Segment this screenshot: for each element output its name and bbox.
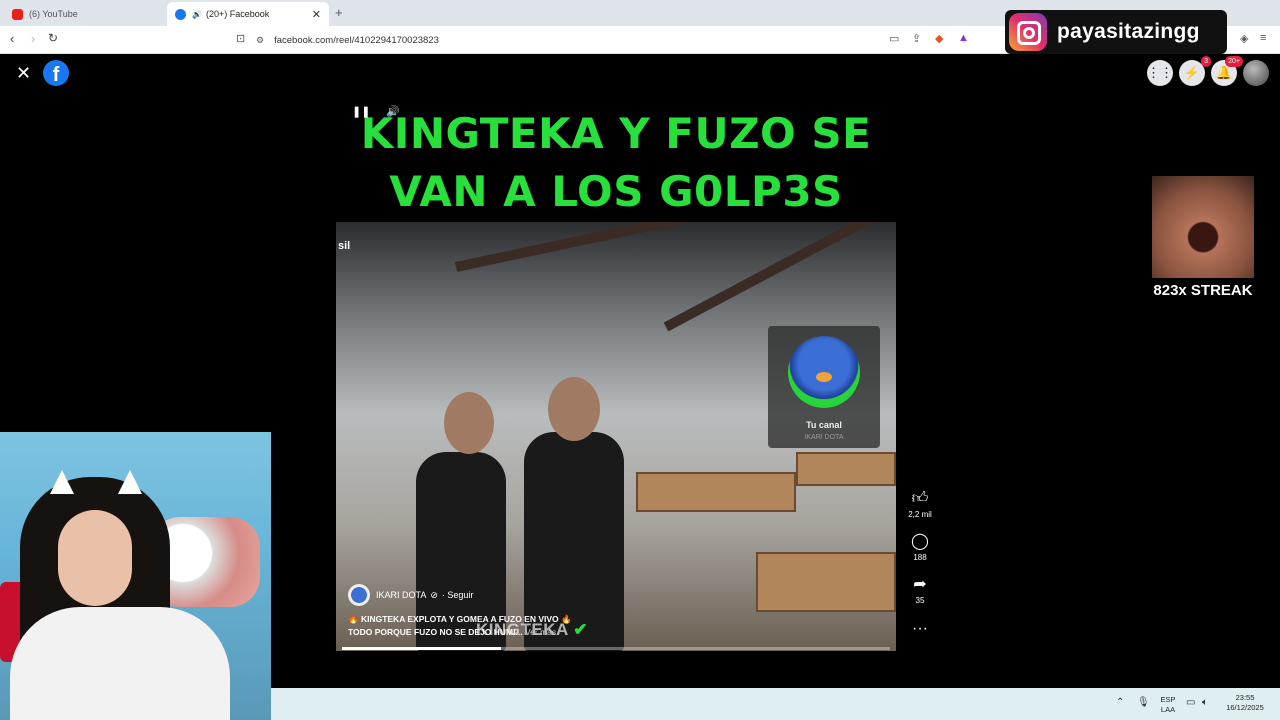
reel-player[interactable]: KINGTEKA Y FUZO SE VAN A LOS G0LP3S ❚❚ 🔊… xyxy=(336,95,896,651)
forward-icon[interactable]: › xyxy=(31,31,35,46)
follow-link[interactable]: · Seguir xyxy=(442,590,474,600)
share-button[interactable]: ➦ 35 xyxy=(900,576,940,605)
streamer-body xyxy=(10,607,230,720)
author-avatar[interactable] xyxy=(348,584,370,606)
cat-ear-right xyxy=(118,470,142,494)
video-corner-text: sil xyxy=(338,240,351,252)
channel-name: Tu canal xyxy=(806,420,842,430)
verified-icon: ⊘ xyxy=(430,589,438,600)
reel-title-line1: KINGTEKA Y FUZO SE xyxy=(360,109,872,158)
windows-taskbar: ⌃ 🎙︎ ESP LAA ▭ 🔈︎ 23:55 16/12/2025 xyxy=(271,688,1280,720)
ceiling-beam xyxy=(454,222,780,272)
volume-icon[interactable]: 🔊 xyxy=(386,105,400,118)
clock[interactable]: 23:55 16/12/2025 xyxy=(1219,693,1271,713)
person-left-head xyxy=(444,392,494,454)
share-arrow-icon: ➦ xyxy=(913,576,927,593)
back-icon[interactable]: ‹ xyxy=(10,31,14,46)
reel-author[interactable]: IKARI DOTA ⊘ · Seguir xyxy=(348,584,473,606)
close-reel-icon[interactable]: ✕ xyxy=(16,63,31,84)
pause-icon[interactable]: ❚❚ xyxy=(352,105,370,118)
video-progress-fill xyxy=(342,647,501,650)
brave-shield-icon[interactable]: ◆ xyxy=(935,32,943,45)
reel-title-line2: VAN A LOS G0LP3S xyxy=(389,167,843,216)
close-tab-icon[interactable]: ✕ xyxy=(312,8,321,21)
restaurant-table xyxy=(636,472,796,512)
address-bar[interactable]: ⚙ facebook.com/reel/4102294170023823 xyxy=(256,30,976,50)
clock-time: 23:55 xyxy=(1235,693,1255,702)
more-icon: ··· xyxy=(912,620,928,637)
caption-line1: 🔥 KINGTEKA EXPLOTA Y GOMEA A FUZO EN VIV… xyxy=(348,614,572,624)
site-settings-icon[interactable]: ⚙ xyxy=(256,35,264,46)
instagram-handle: payasitazingg xyxy=(1057,20,1200,43)
restaurant-table xyxy=(796,452,896,486)
profile-avatar[interactable] xyxy=(1243,60,1269,86)
share-count: 35 xyxy=(915,596,925,605)
menu-icon[interactable]: ≡ xyxy=(1260,32,1266,44)
new-tab-button[interactable]: + xyxy=(335,5,343,20)
video-progress-bar[interactable] xyxy=(342,647,890,650)
like-button[interactable]: 👍︎ 2,2 mil xyxy=(900,490,940,519)
cat-ear-left xyxy=(50,470,74,494)
streamer-face xyxy=(58,510,132,606)
messenger-badge: 3 xyxy=(1201,56,1211,67)
reel-caption: 🔥 KINGTEKA EXPLOTA Y GOMEA A FUZO EN VIV… xyxy=(348,613,648,639)
share-icon[interactable]: ⇪ xyxy=(912,32,921,45)
comment-count: 188 xyxy=(913,553,927,562)
author-name[interactable]: IKARI DOTA xyxy=(376,590,426,600)
notifications-badge: 20+ xyxy=(1225,56,1243,67)
tab-youtube[interactable]: (6) YouTube xyxy=(4,2,166,26)
screen: (6) YouTube 🔊 (20+) Facebook ✕ + ‹ › ↻ ⊡… xyxy=(0,0,1280,720)
like-icon: 👍︎ xyxy=(911,490,929,507)
restaurant-table xyxy=(756,552,896,612)
language-indicator[interactable]: ESP LAA xyxy=(1157,695,1179,715)
tab-label: (20+) Facebook xyxy=(205,9,270,19)
microphone-icon[interactable]: 🎙︎ xyxy=(1137,697,1150,708)
more-options-button[interactable]: ··· xyxy=(900,620,940,638)
shield-icon[interactable]: ◈ xyxy=(1240,32,1248,45)
see-more-link[interactable]: Ver más xyxy=(525,627,556,637)
youtube-icon xyxy=(12,8,23,20)
streak-label: 823x STREAK xyxy=(1153,282,1253,299)
brave-rewards-icon[interactable]: ▲ xyxy=(958,32,969,44)
channel-card: Tu canal IKARI DOTA xyxy=(768,326,880,448)
bookmark-icon[interactable]: ⊡ xyxy=(236,32,245,45)
instagram-icon xyxy=(1009,13,1047,51)
person-right-head xyxy=(548,377,600,441)
channel-avatar xyxy=(788,336,860,408)
tab-facebook[interactable]: 🔊 (20+) Facebook ✕ xyxy=(167,2,329,26)
network-icon[interactable]: ▭ xyxy=(1186,697,1195,708)
apps-menu-icon[interactable]: ⋮⋮ xyxy=(1147,60,1173,86)
tab-label: (6) YouTube xyxy=(29,9,78,19)
speaker-icon: 🔊 xyxy=(192,9,202,19)
lang-line1: ESP xyxy=(1160,695,1176,704)
clock-date: 16/12/2025 xyxy=(1226,703,1264,712)
facebook-icon xyxy=(175,8,186,20)
comment-button[interactable]: ◯ 188 xyxy=(900,533,940,562)
video-frame[interactable]: sil Tu canal IKARI DOTA IKARI DOTA ⊘ · S… xyxy=(336,222,896,651)
facebook-logo-icon[interactable]: f xyxy=(43,60,69,86)
webcam-overlay xyxy=(0,432,271,720)
reel-title: KINGTEKA Y FUZO SE VAN A LOS G0LP3S xyxy=(336,105,896,221)
streak-image xyxy=(1152,176,1254,278)
messenger-icon[interactable]: ⚡ 3 xyxy=(1179,56,1211,86)
caption-line2: TODO PORQUE FUZO NO SE DEJO HUMI... xyxy=(348,627,523,637)
reload-icon[interactable]: ↻ xyxy=(48,31,58,45)
instagram-overlay: payasitazingg xyxy=(1005,10,1227,54)
ceiling-beam xyxy=(663,222,881,332)
volume-tray-icon[interactable]: 🔈︎ xyxy=(1202,697,1208,708)
channel-sub: IKARI DOTA xyxy=(804,434,844,441)
comment-icon: ◯ xyxy=(911,533,929,550)
url-text: facebook.com/reel/4102294170023823 xyxy=(274,34,439,46)
lang-line2: LAA xyxy=(1160,705,1176,714)
notifications-bell-icon[interactable]: 🔔 20+ xyxy=(1211,56,1243,86)
tray-chevron-icon[interactable]: ⌃ xyxy=(1116,697,1124,708)
cast-icon[interactable]: ▭ xyxy=(889,32,899,45)
like-count: 2,2 mil xyxy=(908,510,932,519)
